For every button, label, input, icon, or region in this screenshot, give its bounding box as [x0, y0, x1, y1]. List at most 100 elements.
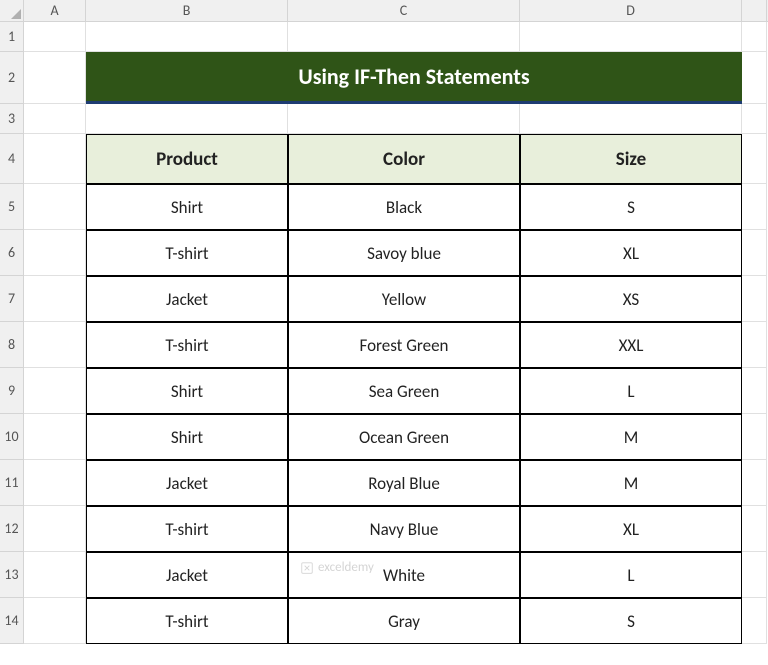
row-header-6[interactable]: 6	[0, 230, 23, 276]
table-header-product[interactable]: Product	[86, 134, 288, 184]
cell[interactable]	[24, 52, 86, 104]
grid-row: T-shirtNavy BlueXL	[24, 506, 767, 552]
table-cell[interactable]: XL	[520, 506, 742, 552]
column-header-B[interactable]: B	[86, 0, 288, 21]
table-cell[interactable]: T-shirt	[86, 322, 288, 368]
grid-row: T-shirtSavoy blueXL	[24, 230, 767, 276]
grid-row: JacketYellowXS	[24, 276, 767, 322]
cell[interactable]	[742, 322, 767, 368]
grid-row: JacketRoyal BlueM	[24, 460, 767, 506]
row-header-1[interactable]: 1	[0, 22, 23, 52]
cell[interactable]	[742, 230, 767, 276]
cell[interactable]	[742, 184, 767, 230]
table-cell[interactable]: Shirt	[86, 184, 288, 230]
cell[interactable]	[24, 552, 86, 598]
table-cell[interactable]: M	[520, 414, 742, 460]
spreadsheet-grid: Using IF-Then Statements ProductColorSize…	[24, 22, 767, 644]
table-cell[interactable]: Savoy blue	[288, 230, 520, 276]
row-header-2[interactable]: 2	[0, 52, 23, 104]
grid-row: JacketWhiteL	[24, 552, 767, 598]
table-cell[interactable]: Royal Blue	[288, 460, 520, 506]
cell[interactable]	[288, 22, 520, 52]
table-cell[interactable]: XXL	[520, 322, 742, 368]
table-cell[interactable]: T-shirt	[86, 598, 288, 644]
cell[interactable]	[520, 104, 742, 134]
table-cell[interactable]: L	[520, 552, 742, 598]
cell[interactable]	[742, 104, 767, 134]
cell[interactable]	[288, 104, 520, 134]
cell[interactable]	[24, 134, 86, 184]
table-cell[interactable]: XS	[520, 276, 742, 322]
table-cell[interactable]: S	[520, 598, 742, 644]
table-header-size[interactable]: Size	[520, 134, 742, 184]
table-cell[interactable]: Gray	[288, 598, 520, 644]
table-cell[interactable]: Shirt	[86, 414, 288, 460]
cell[interactable]	[742, 598, 767, 644]
row-header-3[interactable]: 3	[0, 104, 23, 134]
cell[interactable]	[24, 414, 86, 460]
cell[interactable]	[24, 506, 86, 552]
table-cell[interactable]: Sea Green	[288, 368, 520, 414]
row-header-9[interactable]: 9	[0, 368, 23, 414]
select-all-button[interactable]	[0, 0, 24, 22]
grid-row: ProductColorSize	[24, 134, 767, 184]
table-cell[interactable]: Jacket	[86, 276, 288, 322]
table-cell[interactable]: M	[520, 460, 742, 506]
cell[interactable]	[742, 460, 767, 506]
row-header-14[interactable]: 14	[0, 598, 23, 644]
row-header-12[interactable]: 12	[0, 506, 23, 552]
row-header-11[interactable]: 11	[0, 460, 23, 506]
row-header-7[interactable]: 7	[0, 276, 23, 322]
table-cell[interactable]: XL	[520, 230, 742, 276]
grid-row: T-shirtGrayS	[24, 598, 767, 644]
page-title[interactable]: Using IF-Then Statements	[86, 52, 742, 104]
grid-row	[24, 22, 767, 52]
row-header-13[interactable]: 13	[0, 552, 23, 598]
table-cell[interactable]: Ocean Green	[288, 414, 520, 460]
table-header-color[interactable]: Color	[288, 134, 520, 184]
cell[interactable]	[24, 322, 86, 368]
table-cell[interactable]: T-shirt	[86, 230, 288, 276]
cell[interactable]	[86, 22, 288, 52]
cell[interactable]	[24, 276, 86, 322]
table-cell[interactable]: Shirt	[86, 368, 288, 414]
column-header-D[interactable]: D	[520, 0, 742, 21]
table-cell[interactable]: Jacket	[86, 460, 288, 506]
table-cell[interactable]: L	[520, 368, 742, 414]
cell[interactable]	[24, 184, 86, 230]
row-header-10[interactable]: 10	[0, 414, 23, 460]
cell[interactable]	[742, 134, 767, 184]
table-cell[interactable]: Yellow	[288, 276, 520, 322]
row-header-4[interactable]: 4	[0, 134, 23, 184]
cell[interactable]	[742, 368, 767, 414]
cell[interactable]	[24, 598, 86, 644]
cell[interactable]	[742, 506, 767, 552]
row-header-5[interactable]: 5	[0, 184, 23, 230]
cell[interactable]	[742, 276, 767, 322]
column-header-A[interactable]: A	[24, 0, 86, 21]
cell[interactable]	[742, 22, 767, 52]
table-cell[interactable]: Jacket	[86, 552, 288, 598]
grid-row	[24, 104, 767, 134]
table-cell[interactable]: Black	[288, 184, 520, 230]
cell[interactable]	[742, 414, 767, 460]
table-cell[interactable]: Navy Blue	[288, 506, 520, 552]
cell[interactable]	[24, 368, 86, 414]
cell[interactable]	[742, 552, 767, 598]
cell[interactable]	[24, 22, 86, 52]
cell[interactable]	[24, 104, 86, 134]
cell[interactable]	[24, 230, 86, 276]
column-header-4[interactable]	[742, 0, 767, 21]
cell[interactable]	[86, 104, 288, 134]
table-cell[interactable]: T-shirt	[86, 506, 288, 552]
cell[interactable]	[24, 460, 86, 506]
table-cell[interactable]: White	[288, 552, 520, 598]
row-header-8[interactable]: 8	[0, 322, 23, 368]
cell[interactable]	[520, 22, 742, 52]
table-cell[interactable]: S	[520, 184, 742, 230]
column-header-C[interactable]: C	[288, 0, 520, 21]
grid-row: ShirtBlackS	[24, 184, 767, 230]
cell[interactable]	[742, 52, 767, 104]
table-cell[interactable]: Forest Green	[288, 322, 520, 368]
column-headers: ABCD	[24, 0, 768, 22]
